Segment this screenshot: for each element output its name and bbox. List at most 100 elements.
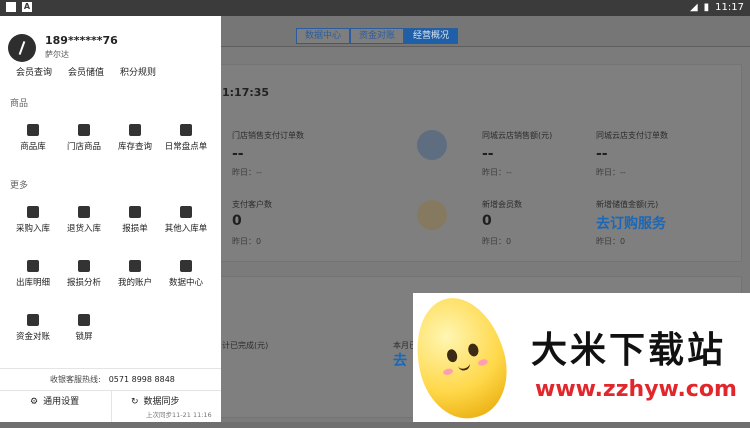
menu-label: 门店商品 bbox=[66, 142, 101, 152]
stat-value: 0 bbox=[232, 213, 242, 229]
member-topup-link[interactable]: 会员储值 bbox=[68, 65, 104, 78]
settings-label: 通用设置 bbox=[43, 397, 80, 407]
refresh-icon: ↻ bbox=[131, 397, 139, 407]
wallet-icon bbox=[129, 260, 141, 272]
menu-loss-report[interactable]: 报损单 bbox=[108, 206, 162, 234]
stat-title: 同城云店销售额(元) bbox=[482, 131, 553, 140]
completed-label: 计已完成(元) bbox=[222, 341, 269, 350]
stat-title: 新增会员数 bbox=[482, 200, 522, 209]
hotline-label: 收银客服热线: bbox=[50, 375, 101, 384]
tab-data-center[interactable]: 数据中心 bbox=[296, 28, 351, 44]
stat-value: -- bbox=[482, 146, 494, 162]
member-links: 会员查询 会员储值 积分规则 bbox=[16, 65, 156, 78]
checklist-icon bbox=[180, 124, 192, 136]
stat-value: -- bbox=[596, 146, 608, 162]
menu-my-account[interactable]: 我的账户 bbox=[108, 260, 162, 288]
menu-fund-reconcile[interactable]: 资金对账 bbox=[6, 314, 60, 342]
stat-value: -- bbox=[232, 146, 244, 162]
menu-purchase-in[interactable]: 采购入库 bbox=[6, 206, 60, 234]
stat-sub: 昨日：-- bbox=[232, 168, 262, 177]
member-query-link[interactable]: 会员查询 bbox=[16, 65, 52, 78]
analysis-icon bbox=[78, 260, 90, 272]
menu-label: 库存查询 bbox=[117, 142, 152, 152]
menu-lock-screen[interactable]: 锁屏 bbox=[57, 314, 111, 342]
stat-sub: 昨日：0 bbox=[232, 237, 262, 246]
menu-label: 资金对账 bbox=[15, 332, 50, 342]
menu-label: 日常盘点单 bbox=[164, 142, 208, 152]
menu-label: 报损分析 bbox=[66, 278, 101, 288]
document-icon bbox=[180, 206, 192, 218]
section-more: 更多 bbox=[10, 181, 29, 191]
chevron-right-icon[interactable]: › bbox=[110, 34, 114, 45]
lower-link[interactable]: 去 bbox=[393, 350, 407, 370]
avatar[interactable] bbox=[8, 34, 36, 62]
app-icon bbox=[6, 2, 16, 12]
menu-daily-count[interactable]: 日常盘点单 bbox=[159, 124, 213, 152]
notification-icon: A bbox=[22, 2, 32, 12]
points-rules-link[interactable]: 积分规则 bbox=[120, 65, 156, 78]
stat-title: 门店销售支付订单数 bbox=[232, 131, 304, 140]
battery-icon: ▮ bbox=[703, 2, 710, 13]
general-settings-button[interactable]: ⚙ 通用设置 bbox=[30, 394, 79, 422]
watermark-name: 大米下载站 bbox=[531, 330, 727, 371]
return-icon bbox=[78, 206, 90, 218]
cheek bbox=[477, 358, 489, 367]
divider bbox=[0, 368, 221, 369]
stat-title: 新增储值金额(元) bbox=[596, 200, 659, 209]
sync-label: 数据同步 bbox=[143, 397, 180, 407]
cart-icon bbox=[27, 206, 39, 218]
stat-sub: 昨日：0 bbox=[482, 237, 512, 246]
menu-label: 数据中心 bbox=[168, 278, 203, 288]
store-name: 萨尔达 bbox=[45, 50, 69, 59]
menu-outbound-detail[interactable]: 出库明细 bbox=[6, 260, 60, 288]
hotline-number[interactable]: 0571 8998 8848 bbox=[109, 375, 175, 384]
section-goods: 商品 bbox=[10, 99, 29, 109]
service-hotline: 收银客服热线: 0571 8998 8848 bbox=[50, 374, 175, 385]
tab-bar: 数据中心 资金对账 经营概况 bbox=[296, 28, 459, 44]
ledger-icon bbox=[27, 314, 39, 326]
wifi-icon: ◢ bbox=[689, 2, 698, 13]
list-icon bbox=[27, 260, 39, 272]
menu-return-in[interactable]: 退货入库 bbox=[57, 206, 111, 234]
menu-label: 出库明细 bbox=[15, 278, 50, 288]
menu-label: 我的账户 bbox=[117, 278, 152, 288]
last-sync-time: 上次同步11-21 11:16 bbox=[146, 411, 212, 419]
tab-fund-reconcile[interactable]: 资金对账 bbox=[350, 28, 405, 44]
cheek bbox=[442, 367, 454, 376]
menu-loss-analysis[interactable]: 报损分析 bbox=[57, 260, 111, 288]
stat-title: 同城云店支付订单数 bbox=[596, 131, 668, 140]
order-service-link[interactable]: 去订购服务 bbox=[596, 213, 666, 233]
tab-overview[interactable]: 经营概况 bbox=[404, 28, 459, 44]
stat-sub: 昨日：-- bbox=[596, 168, 626, 177]
search-box-icon bbox=[129, 124, 141, 136]
menu-product-library[interactable]: 商品库 bbox=[6, 124, 60, 152]
chart-icon bbox=[180, 260, 192, 272]
eye bbox=[466, 342, 480, 358]
eye bbox=[445, 348, 459, 364]
stat-title: 支付客户数 bbox=[232, 200, 272, 209]
watermark-url: www.zzhyw.com bbox=[535, 377, 737, 402]
menu-store-products[interactable]: 门店商品 bbox=[57, 124, 111, 152]
side-drawer: 189******76 › 萨尔达 会员查询 会员储值 积分规则 商品 商品库 … bbox=[0, 16, 221, 422]
menu-label: 锁屏 bbox=[75, 332, 93, 342]
gear-icon: ⚙ bbox=[30, 397, 39, 407]
menu-label: 商品库 bbox=[20, 142, 46, 152]
menu-label: 报损单 bbox=[122, 224, 148, 234]
clock: 11:17 bbox=[715, 2, 744, 13]
divider bbox=[111, 390, 112, 422]
account-phone[interactable]: 189******76 bbox=[45, 34, 118, 47]
stat-value: 0 bbox=[482, 213, 492, 229]
menu-stock-query[interactable]: 库存查询 bbox=[108, 124, 162, 152]
menu-label: 退货入库 bbox=[66, 224, 101, 234]
report-icon bbox=[129, 206, 141, 218]
site-watermark: 大米下载站 www.zzhyw.com bbox=[403, 287, 750, 428]
menu-label: 其他入库单 bbox=[164, 224, 208, 234]
user-icon bbox=[417, 130, 447, 160]
menu-data-center[interactable]: 数据中心 bbox=[159, 260, 213, 288]
shopping-bag-icon bbox=[78, 124, 90, 136]
menu-label: 采购入库 bbox=[15, 224, 50, 234]
menu-other-in[interactable]: 其他入库单 bbox=[159, 206, 213, 234]
mouth bbox=[457, 361, 472, 372]
mascot-egg-icon bbox=[403, 287, 519, 428]
status-bar: A ◢ ▮ 11:17 bbox=[0, 0, 750, 16]
